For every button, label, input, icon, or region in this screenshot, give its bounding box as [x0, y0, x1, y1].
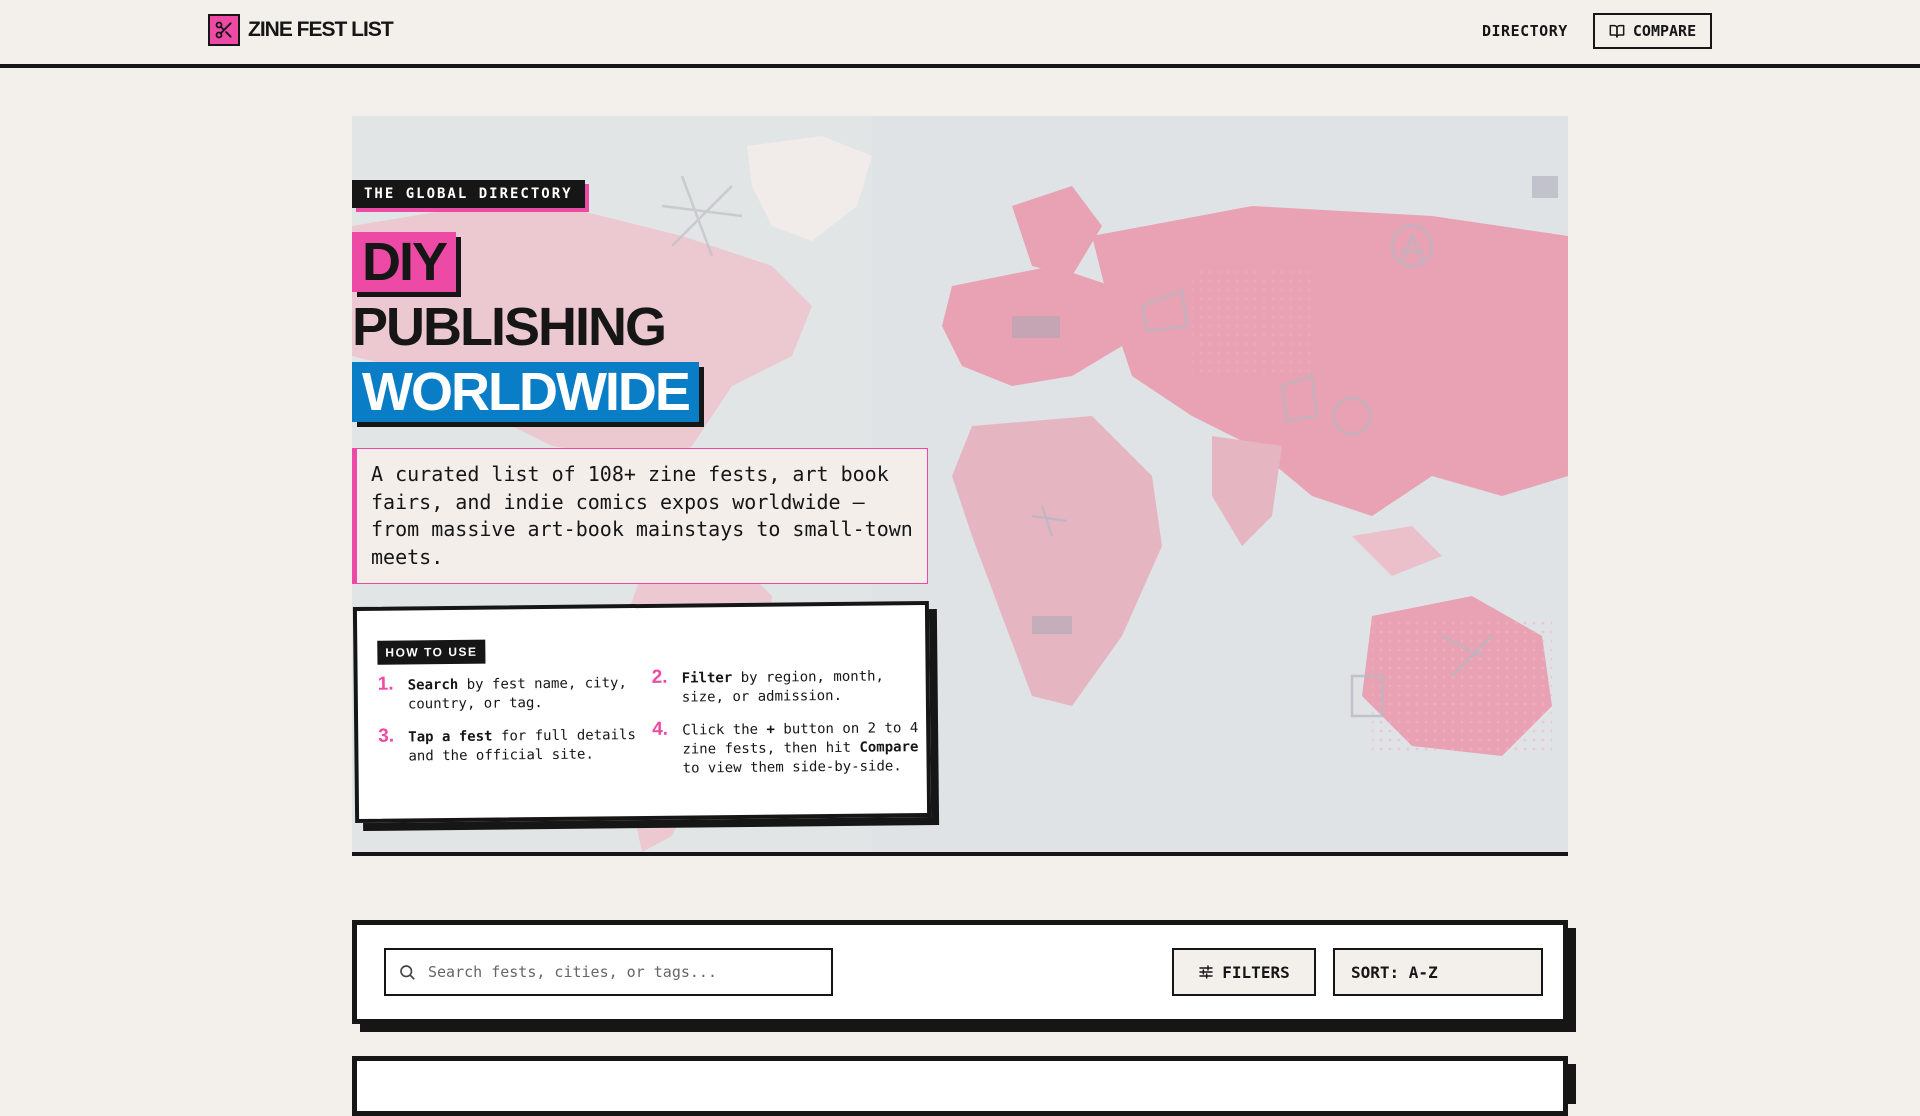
nav-compare-button[interactable]: COMPARE — [1593, 13, 1712, 49]
headline-line-2: PUBLISHING — [352, 297, 699, 362]
hero-eyebrow: THE GLOBAL DIRECTORY — [352, 180, 585, 208]
nav-directory-link[interactable]: DIRECTORY — [1482, 22, 1568, 40]
headline-line-1: DIY — [352, 232, 699, 297]
step-text: to view them side-by-side. — [682, 758, 902, 777]
book-open-icon — [1609, 24, 1625, 38]
step-number: 4. — [652, 718, 669, 740]
sort-select[interactable]: SORT: A-Z — [1333, 948, 1543, 996]
step-keyword: Tap a fest — [408, 728, 493, 746]
headline-word-worldwide: WORLDWIDE — [352, 362, 699, 422]
howto-step-3: 3. Tap a fest for full details and the o… — [378, 726, 658, 767]
top-nav: ZINE FEST LIST DIRECTORY COMPARE — [0, 0, 1920, 68]
step-keyword: Filter — [681, 670, 733, 687]
filters-button[interactable]: FILTERS — [1172, 948, 1316, 996]
search-box[interactable] — [384, 948, 833, 996]
hero-intro-text: A curated list of 108+ zine fests, art b… — [352, 448, 928, 584]
results-card — [352, 1056, 1568, 1116]
howto-card: HOW TO USE 1. Search by fest name, city,… — [352, 600, 933, 824]
step-number: 2. — [651, 666, 668, 688]
scissors-icon — [208, 14, 240, 46]
headline-word-diy: DIY — [352, 232, 457, 292]
brand-link[interactable]: ZINE FEST LIST — [208, 14, 394, 46]
compare-label: COMPARE — [1632, 22, 1697, 40]
howto-step-4: 4. Click the + button on 2 to 4 zine fes… — [652, 719, 933, 779]
howto-tag: HOW TO USE — [377, 639, 486, 665]
howto-step-1: 1. Search by fest name, city, country, o… — [378, 674, 658, 715]
sliders-icon — [1199, 965, 1214, 979]
hero-headline: DIY PUBLISHING WORLDWIDE — [352, 232, 699, 427]
step-number: 1. — [377, 673, 394, 695]
search-toolbar: FILTERS SORT: A-Z — [352, 920, 1568, 1024]
step-number: 3. — [378, 725, 395, 747]
step-keyword: Compare — [859, 739, 919, 756]
step-keyword: Search — [407, 676, 459, 694]
eyebrow-badge: THE GLOBAL DIRECTORY — [352, 180, 585, 208]
plus-glyph: + — [766, 721, 776, 738]
howto-step-2: 2. Filter by region, month, size, or adm… — [652, 667, 932, 708]
brand-name: ZINE FEST LIST — [248, 18, 394, 41]
hero-bottom-rule — [352, 852, 1568, 856]
search-input[interactable] — [426, 962, 810, 982]
search-icon — [400, 965, 415, 980]
headline-word-publishing: PUBLISHING — [352, 297, 667, 357]
filters-label: FILTERS — [1222, 962, 1290, 982]
headline-line-3: WORLDWIDE — [352, 362, 699, 427]
step-text: Click the — [682, 721, 767, 739]
